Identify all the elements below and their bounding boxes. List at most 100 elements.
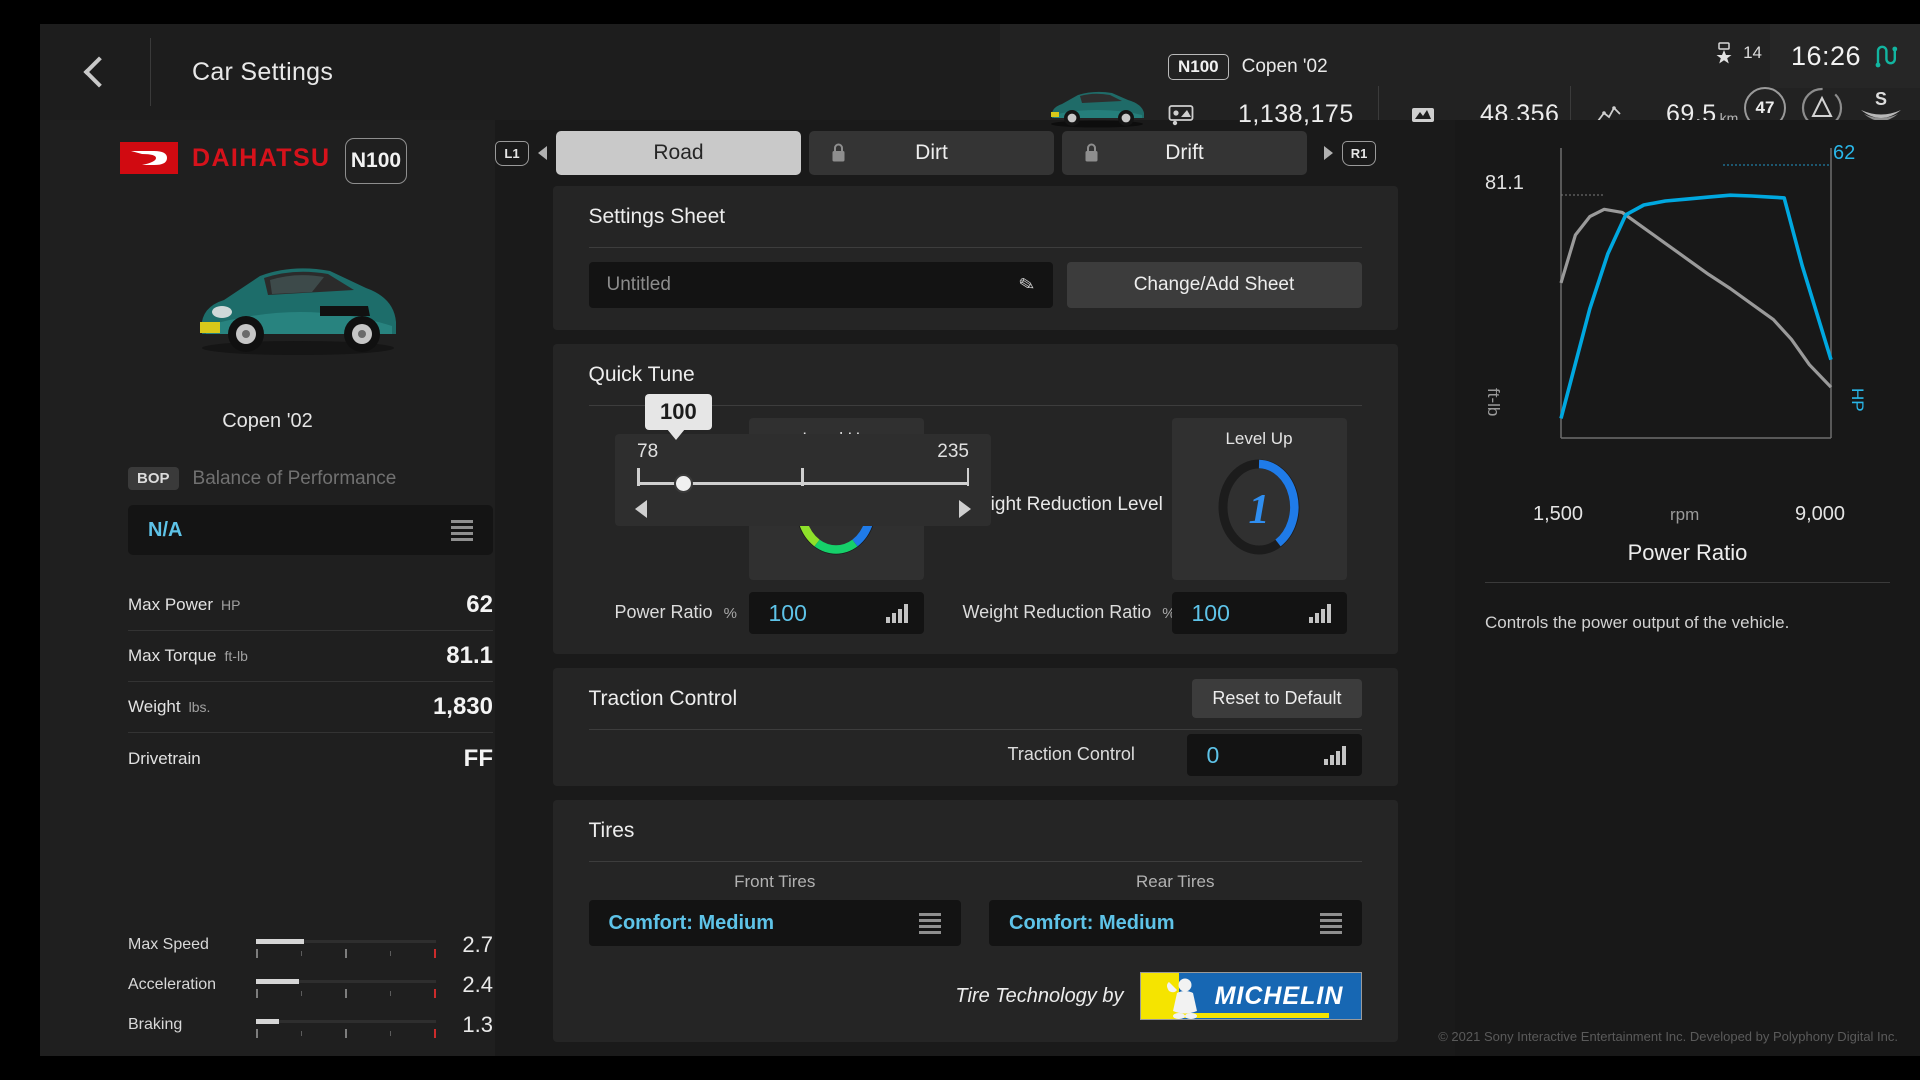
performance-label: Braking — [128, 1016, 183, 1033]
settings-sheet-card: Settings Sheet Untitled ✎ Change/Add She… — [552, 186, 1398, 330]
weight-level-dial-pane[interactable]: Level Up 1 — [1171, 418, 1347, 580]
divider — [588, 729, 1362, 730]
traction-reset-button[interactable]: Reset to Default — [1192, 679, 1362, 718]
bop-selector[interactable]: N/A — [128, 505, 493, 555]
bop-chip: BOP — [128, 467, 179, 490]
stat-divider — [1378, 86, 1379, 120]
traction-value: 0 — [1206, 741, 1220, 768]
bars-icon — [1309, 603, 1331, 623]
performance-row: Acceleration 2.4 — [128, 965, 493, 1005]
lock-icon — [1085, 143, 1098, 162]
weight-ratio-value-box[interactable]: 100 — [1171, 592, 1347, 634]
spec-row: Max Power HP 62 — [128, 580, 493, 631]
slider-thumb[interactable] — [674, 474, 694, 493]
tab-label: Drift — [1165, 141, 1204, 164]
tab-drift[interactable]: Drift — [1062, 131, 1307, 175]
car-class-chip: N100 — [1168, 54, 1229, 80]
car-settings-screen: Car Settings N100 Copen '02 1,138,175 48… — [40, 24, 1920, 1056]
weight-ratio-label: Weight Reduction Ratio % — [963, 602, 1176, 623]
spec-unit: lbs. — [188, 699, 211, 715]
surface-tab-bar: L1 Road Dirt Drift R1 — [495, 120, 1455, 186]
change-add-sheet-button[interactable]: Change/Add Sheet — [1066, 262, 1362, 308]
tires-grid: Front Tires Comfort: Medium Rear Tires C… — [553, 862, 1398, 946]
tab-label: Road — [653, 141, 704, 164]
slider-cap-right — [966, 468, 969, 486]
power-ratio-slider-popup[interactable]: 100 78 235 — [615, 394, 991, 526]
header-divider — [150, 38, 151, 106]
lock-icon — [832, 143, 845, 162]
car-info-sidebar: DAIHATSU N100 Copen '02 BOP Balance of P… — [40, 120, 495, 1056]
michelin-man-icon: MICHELIN — [1140, 973, 1361, 1019]
spec-row: Drivetrain FF — [128, 733, 493, 784]
performance-bar — [256, 972, 436, 998]
michelin-logo: MICHELIN — [1139, 972, 1362, 1020]
bop-label: Balance of Performance — [192, 467, 397, 489]
performance-value: 1.3 — [462, 1012, 493, 1037]
spec-label: Max Power — [128, 595, 214, 614]
slider-tooltip: 100 — [645, 394, 712, 440]
power-ratio-text: Power Ratio — [614, 602, 713, 622]
tires-card: Tires Front Tires Comfort: Medium Rear T… — [552, 800, 1398, 1042]
section-title: Tires — [588, 819, 635, 842]
spec-unit: ft-lb — [224, 648, 248, 664]
performance-row: Max Speed 2.7 — [128, 925, 493, 965]
copen-car-icon — [200, 268, 396, 355]
torque-axis-label: ft-lb — [1484, 388, 1503, 417]
pencil-icon[interactable]: ✎ — [1016, 272, 1037, 298]
rear-tires-header: Rear Tires — [1136, 872, 1215, 891]
info-panel: 81.1 62 ft-lb HP 1,500 rpm 9,000 Power R… — [1455, 120, 1920, 1056]
hamburger-icon — [1319, 912, 1342, 934]
bars-icon — [886, 603, 908, 623]
performance-bar — [256, 932, 436, 958]
performance-value: 2.4 — [462, 972, 493, 997]
bop-header: BOP Balance of Performance — [128, 467, 396, 490]
daihatsu-logo-icon — [120, 142, 178, 174]
weight-level-dial: 1 — [1218, 459, 1300, 555]
bop-value: N/A — [148, 518, 183, 541]
sheet-name-input[interactable]: Untitled ✎ — [588, 262, 1053, 308]
divider — [588, 861, 1362, 862]
performance-value: 1.1 — [462, 1052, 493, 1056]
svg-text:1: 1 — [1249, 487, 1270, 533]
power-ratio-value-box[interactable]: 100 — [748, 592, 924, 634]
rear-tires-selector[interactable]: Comfort: Medium — [989, 900, 1362, 946]
chevron-right-icon[interactable] — [1324, 146, 1333, 160]
back-button[interactable] — [40, 24, 150, 120]
traction-control-card: Traction Control Reset to Default Tracti… — [552, 668, 1398, 786]
tab-road[interactable]: Road — [556, 131, 801, 175]
settings-main-column: Settings Sheet Untitled ✎ Change/Add She… — [495, 186, 1455, 1056]
spec-unit: HP — [221, 597, 241, 613]
traction-value-box[interactable]: 0 — [1186, 734, 1362, 776]
section-title: Quick Tune — [588, 363, 695, 386]
info-title: Power Ratio — [1627, 540, 1748, 565]
rpm-axis-label: rpm — [1670, 505, 1700, 524]
settings-sheet-header: Settings Sheet — [553, 186, 1398, 248]
performance-value: 2.7 — [462, 932, 493, 957]
triangle-left-icon[interactable] — [635, 500, 647, 518]
spec-value: 62 — [466, 591, 493, 618]
power-peak-label: 62 — [1833, 142, 1856, 164]
page-title: Car Settings — [192, 57, 334, 86]
bar-ticks — [256, 949, 436, 958]
performance-label: Acceleration — [128, 976, 217, 993]
weight-ratio-text: Weight Reduction Ratio — [962, 602, 1152, 622]
bar-ticks — [256, 989, 436, 998]
performance-label: Max Speed — [128, 936, 209, 953]
stat-divider-2 — [1570, 86, 1571, 120]
performance-row: Braking 1.3 — [128, 1005, 493, 1045]
sheet-name-placeholder: Untitled — [606, 274, 671, 295]
divider — [1485, 582, 1890, 583]
rear-tires-column: Rear Tires Comfort: Medium — [989, 872, 1362, 946]
front-tires-selector[interactable]: Comfort: Medium — [588, 900, 961, 946]
chevron-left-icon[interactable] — [538, 146, 547, 160]
tab-dirt[interactable]: Dirt — [809, 131, 1054, 175]
bar-fill — [256, 939, 305, 944]
rpm-min-tick: 1,500 — [1533, 503, 1584, 525]
bar-ticks — [256, 1029, 436, 1038]
r1-bumper-hint: R1 — [1342, 140, 1376, 166]
spec-row: Weight lbs. 1,830 — [128, 682, 493, 733]
tire-sponsor-row: Tire Technology by MICHELIN — [553, 946, 1398, 1042]
power-torque-graph — [1559, 148, 1833, 439]
svg-text:S: S — [1875, 89, 1887, 109]
triangle-right-icon[interactable] — [959, 500, 971, 518]
